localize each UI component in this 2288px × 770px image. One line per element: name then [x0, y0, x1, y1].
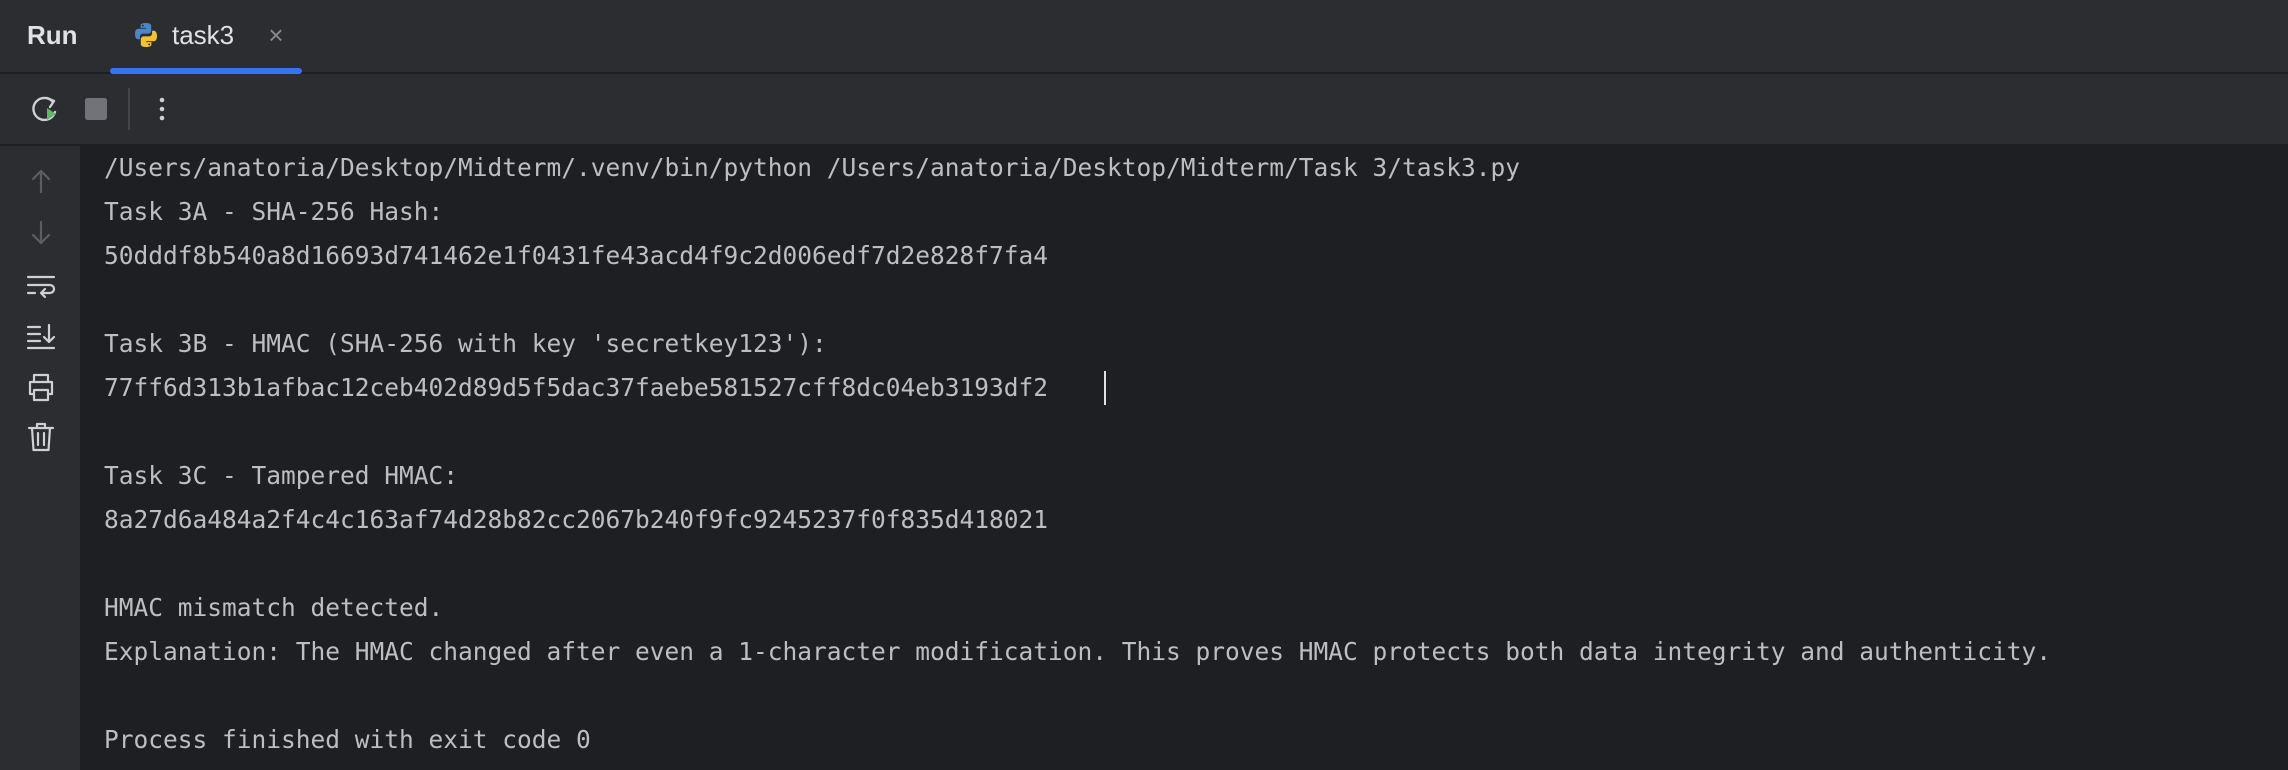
- run-toolbar: [0, 74, 2288, 146]
- text-caret: [1104, 371, 1106, 405]
- console-output[interactable]: /Users/anatoria/Desktop/Midterm/.venv/bi…: [80, 146, 2288, 770]
- console-line-exit-status: Process finished with exit code 0: [104, 725, 591, 754]
- console-line: Task 3B - HMAC (SHA-256 with key 'secret…: [104, 329, 827, 358]
- tab-label: task3: [172, 20, 235, 50]
- console-line-tampered-hmac: 8a27d6a484a2f4c4c163af74d28b82cc2067b240…: [104, 505, 1049, 534]
- tab-bar: Run task3 ×: [0, 0, 2288, 74]
- arrow-down-icon[interactable]: [22, 214, 60, 252]
- console-side-toolbar: [0, 146, 80, 770]
- console-line-command: /Users/anatoria/Desktop/Midterm/.venv/bi…: [104, 153, 1521, 182]
- console-line: HMAC mismatch detected.: [104, 593, 444, 622]
- more-options-icon[interactable]: [143, 90, 181, 128]
- scroll-to-end-icon[interactable]: [22, 317, 60, 355]
- tab-task3[interactable]: task3 ×: [110, 0, 302, 74]
- soft-wrap-icon[interactable]: [22, 267, 60, 305]
- console-line-hash: 50dddf8b540a8d16693d741462e1f0431fe43acd…: [104, 241, 1049, 270]
- stop-icon[interactable]: [77, 90, 115, 128]
- python-icon: [132, 21, 160, 49]
- console-line: Task 3C - Tampered HMAC:: [104, 461, 459, 490]
- close-icon[interactable]: ×: [260, 18, 292, 52]
- console-line-hmac: 77ff6d313b1afbac12ceb402d89d5f5dac37faeb…: [104, 373, 1049, 402]
- console-line-explanation: Explanation: The HMAC changed after even…: [104, 637, 2052, 666]
- toolbar-separator: [128, 88, 130, 130]
- trash-icon[interactable]: [22, 418, 60, 456]
- run-panel-title: Run: [27, 20, 78, 50]
- print-icon[interactable]: [22, 368, 60, 406]
- arrow-up-icon[interactable]: [22, 162, 60, 200]
- console-line: Task 3A - SHA-256 Hash:: [104, 197, 444, 226]
- run-tool-window: Run task3 × /Users/anatoria/Desktop/Midt…: [0, 0, 2288, 770]
- rerun-icon[interactable]: [26, 90, 64, 128]
